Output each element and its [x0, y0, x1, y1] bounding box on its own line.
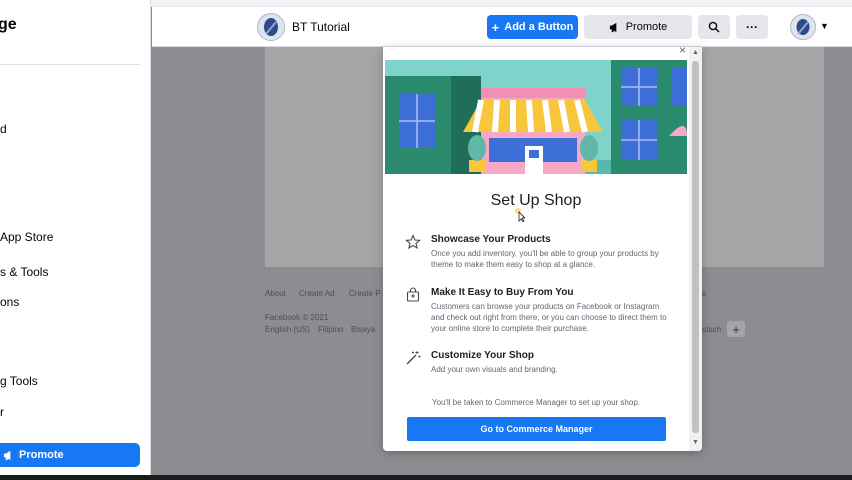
sidebar-title: ge [0, 16, 17, 33]
os-taskbar [0, 475, 852, 480]
add-a-button-label: Add a Button [504, 21, 574, 33]
sidebar-item-6[interactable]: r [0, 405, 4, 419]
set-up-shop-dialog: × Set Up Shop Showcase Your Products Onc… [383, 47, 702, 451]
page-profile-image [258, 14, 284, 40]
footer-link-about: About [265, 289, 286, 298]
footer-language-bisaya: Bisaya [351, 325, 376, 334]
go-to-commerce-manager-button[interactable]: Go to Commerce Manager [407, 417, 666, 441]
dialog-scrollbar[interactable]: ▲ ▼ [689, 47, 702, 451]
user-profile-image [791, 15, 815, 39]
more-options-button[interactable]: ··· [736, 15, 768, 39]
sidebar-promote-label: Promote [19, 449, 64, 461]
footer-language-deutsch: utsch [702, 325, 722, 334]
feature-description: Once you add inventory, you'll be able t… [431, 249, 659, 269]
header-promote-label: Promote [625, 21, 668, 33]
header-promote-button[interactable]: Promote [584, 15, 692, 39]
scroll-down-arrow-icon[interactable]: ▼ [692, 439, 699, 446]
left-sidebar: ge d App Store s & Tools ons g Tools r P… [0, 0, 151, 475]
feature-title: Make It Easy to Buy From You [431, 287, 574, 298]
account-menu-caret-icon[interactable]: ▼ [820, 21, 829, 31]
sidebar-item-tools[interactable]: s & Tools [0, 265, 48, 279]
feature-description: Add your own visuals and branding. [431, 365, 558, 374]
star-icon [405, 234, 421, 250]
storefront-illustration [385, 60, 687, 174]
close-icon[interactable]: × [679, 47, 686, 57]
shopping-bag-icon [406, 287, 420, 302]
scrollbar-thumb[interactable] [692, 61, 699, 433]
feature-description: Customers can browse your products on Fa… [431, 302, 667, 333]
megaphone-icon [3, 450, 11, 460]
magic-wand-icon [406, 351, 421, 365]
sidebar-promote-button[interactable]: Promote [0, 443, 140, 467]
add-a-button[interactable]: + Add a Button [487, 15, 578, 39]
page-header: BT Tutorial + Add a Button Promote ··· ▼ [152, 7, 852, 47]
footer-link-more: s [702, 289, 706, 298]
footer-copyright: Facebook © 2021 [265, 313, 329, 322]
feature-title: Showcase Your Products [431, 234, 551, 245]
add-language-button: + [727, 321, 745, 337]
page-name[interactable]: BT Tutorial [292, 20, 350, 34]
mouse-cursor-icon [515, 208, 525, 222]
sidebar-divider [0, 64, 140, 65]
megaphone-icon [609, 22, 617, 32]
plus-icon: + [491, 19, 500, 35]
sidebar-item-app-store[interactable]: App Store [0, 230, 53, 244]
footer-link-create-page: Create P [349, 289, 381, 298]
user-avatar[interactable] [790, 14, 816, 40]
sidebar-item-1[interactable]: d [0, 122, 7, 136]
search-icon [708, 21, 720, 33]
footer-language-english: English (US) [265, 325, 310, 334]
commerce-manager-note: You'll be taken to Commerce Manager to s… [431, 398, 640, 407]
scroll-up-arrow-icon[interactable]: ▲ [692, 49, 699, 56]
sidebar-item-marketing-tools[interactable]: g Tools [0, 374, 38, 388]
sidebar-item-options[interactable]: ons [0, 295, 19, 309]
footer-link-create-ad: Create Ad [299, 289, 335, 298]
page-avatar[interactable] [257, 13, 285, 41]
feature-title: Customize Your Shop [431, 350, 534, 361]
footer-language-filipino: Filipino [318, 325, 344, 334]
search-button[interactable] [698, 15, 730, 39]
dialog-title: Set Up Shop [490, 192, 582, 209]
